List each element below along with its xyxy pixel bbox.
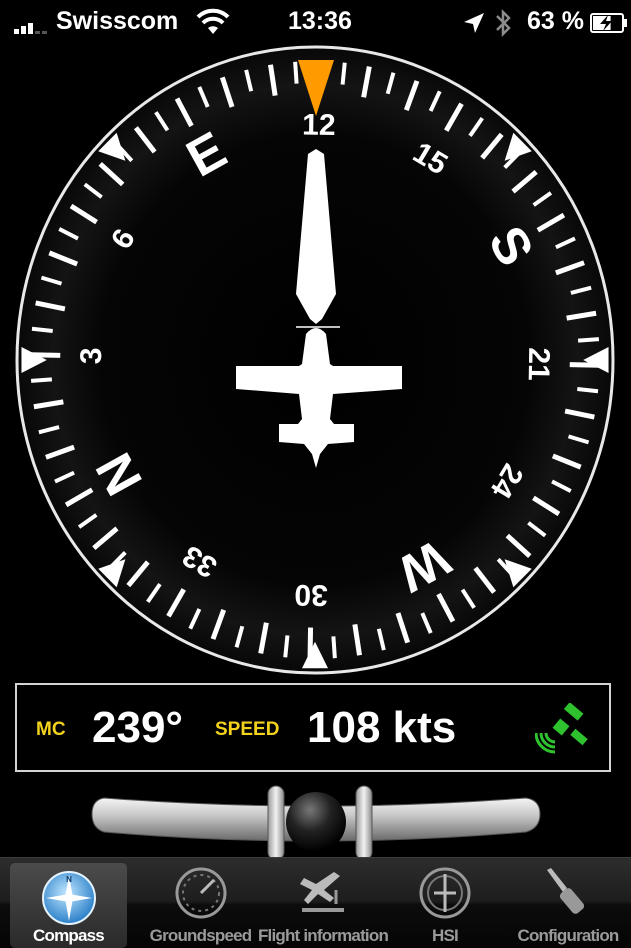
compass-label: 12: [302, 108, 336, 142]
compass-tick: [30, 377, 53, 383]
tab-compass[interactable]: N Compass: [10, 863, 127, 948]
wifi-icon: [196, 8, 230, 34]
tab-hsi[interactable]: HSI: [400, 858, 490, 948]
tab-groundspeed[interactable]: Groundspeed: [133, 858, 268, 948]
satellite-icon: [535, 703, 588, 754]
clock: 13:36: [288, 7, 352, 35]
tab-configuration[interactable]: Configuration: [508, 858, 628, 948]
carrier-name: Swisscom: [56, 7, 179, 35]
plane-landing-icon: [300, 872, 344, 912]
compass-tick: [331, 636, 337, 659]
tab-label-compass: Compass: [33, 926, 105, 945]
compass-dial: 24 W 30 33 N 3 6 E 12 15 S 21: [0, 44, 631, 678]
compass-tick: [577, 386, 599, 394]
screwdriver-icon: [547, 868, 585, 914]
tab-label-configuration: Configuration: [517, 926, 619, 945]
status-bar: Swisscom 13:36 63 %: [0, 0, 631, 44]
compass-tick: [340, 62, 347, 85]
info-panel: MC 239° SPEED 108 kts: [15, 683, 611, 772]
battery-percentage: 63 %: [527, 7, 584, 35]
compass-tick: [293, 61, 299, 84]
compass-tick: [577, 337, 600, 343]
speed-label: SPEED: [215, 719, 280, 740]
battery-charging-icon: [590, 13, 627, 33]
tab-label-hsi: HSI: [432, 926, 459, 945]
speedometer-icon: [175, 867, 226, 919]
mc-value: 239°: [92, 703, 184, 752]
mc-label: MC: [36, 719, 66, 740]
compass-tick: [31, 326, 53, 334]
bluetooth-icon: [496, 8, 511, 38]
speed-value: 108 kts: [307, 703, 457, 752]
hsi-icon: [419, 867, 471, 919]
tab-bar: N Compass Groundspeed Flight information…: [0, 857, 631, 948]
compass-label: 21: [522, 347, 556, 381]
svg-text:N: N: [66, 875, 72, 884]
tab-label-flight-information: Flight information: [257, 926, 389, 945]
compass-label: 3: [75, 347, 108, 364]
compass-icon: N: [41, 871, 96, 925]
inclinometer: [0, 780, 631, 861]
inclinometer-ball: [286, 792, 346, 852]
compass-label: 30: [294, 578, 328, 612]
location-arrow-icon: [464, 13, 484, 33]
tab-flight-information[interactable]: Flight information: [258, 858, 389, 948]
compass-tick: [283, 635, 290, 658]
